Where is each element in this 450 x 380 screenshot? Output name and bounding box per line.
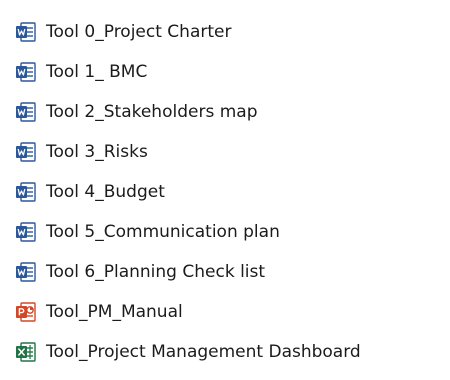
file-item-tool-project-management-dashboard[interactable]: Tool_Project Management Dashboard [14, 332, 444, 372]
excel-document-icon [14, 340, 38, 364]
file-item-tool-4-budget[interactable]: Tool 4_Budget [14, 172, 444, 212]
file-name: Tool 5_Communication plan [46, 222, 280, 242]
word-document-icon [14, 140, 38, 164]
file-name: Tool 0_Project Charter [46, 22, 232, 42]
file-item-tool-1-bmc[interactable]: Tool 1_ BMC [14, 52, 444, 92]
file-name: Tool 4_Budget [46, 182, 165, 202]
file-name: Tool 3_Risks [46, 142, 148, 162]
file-item-tool-5-communication-plan[interactable]: Tool 5_Communication plan [14, 212, 444, 252]
word-document-icon [14, 260, 38, 284]
file-list: Tool 0_Project Charter Tool 1_ BMC Tool … [14, 12, 444, 372]
file-name: Tool 2_Stakeholders map [46, 102, 258, 122]
file-item-tool-2-stakeholders-map[interactable]: Tool 2_Stakeholders map [14, 92, 444, 132]
file-name: Tool 1_ BMC [46, 62, 148, 82]
file-name: Tool_PM_Manual [46, 302, 183, 322]
file-item-tool-6-planning-check-list[interactable]: Tool 6_Planning Check list [14, 252, 444, 292]
word-document-icon [14, 20, 38, 44]
word-document-icon [14, 100, 38, 124]
word-document-icon [14, 60, 38, 84]
file-name: Tool 6_Planning Check list [46, 262, 266, 282]
word-document-icon [14, 220, 38, 244]
word-document-icon [14, 180, 38, 204]
powerpoint-document-icon [14, 300, 38, 324]
file-item-tool-0-project-charter[interactable]: Tool 0_Project Charter [14, 12, 444, 52]
file-item-tool-3-risks[interactable]: Tool 3_Risks [14, 132, 444, 172]
file-name: Tool_Project Management Dashboard [46, 342, 361, 362]
file-item-tool-pm-manual[interactable]: Tool_PM_Manual [14, 292, 444, 332]
